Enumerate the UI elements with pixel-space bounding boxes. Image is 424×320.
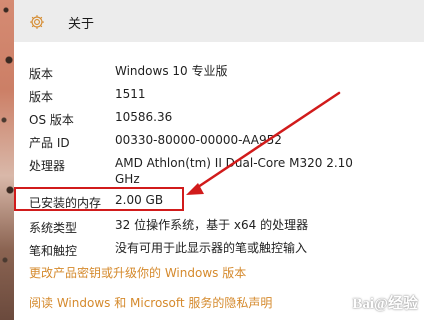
product-id-label: 产品 ID	[29, 136, 70, 150]
desktop-wallpaper-strip	[0, 0, 14, 320]
processor-value-line2: GHz	[115, 172, 140, 186]
edition-label: 版本	[29, 67, 54, 81]
about-header: 关于	[14, 0, 424, 42]
product-id-value: 00330-80000-00000-AA952	[115, 133, 282, 147]
edition-value: Windows 10 专业版	[115, 64, 228, 78]
pen-touch-value: 没有可用于此显示器的笔或触控输入	[115, 241, 308, 255]
version-value: 1511	[115, 87, 146, 101]
system-type-label: 系统类型	[29, 221, 78, 235]
processor-label: 处理器	[29, 159, 66, 173]
version-label: 版本	[29, 90, 54, 104]
memory-highlight-box	[14, 187, 184, 211]
page-title: 关于	[68, 17, 95, 32]
gear-icon	[30, 15, 44, 29]
os-build-label: OS 版本	[29, 113, 74, 127]
baidu-watermark: Bai@经验	[352, 296, 418, 312]
pen-touch-label: 笔和触控	[29, 244, 78, 258]
processor-value-line1: AMD Athlon(tm) II Dual-Core M320 2.10	[115, 156, 353, 170]
processor-value: AMD Athlon(tm) II Dual-Core M320 2.10 GH…	[115, 155, 353, 187]
os-build-value: 10586.36	[115, 110, 173, 124]
about-window: 关于 版本 Windows 10 专业版 版本 1511 OS 版本 10586…	[14, 0, 424, 320]
privacy-statement-link[interactable]: 阅读 Windows 和 Microsoft 服务的隐私声明	[29, 294, 272, 311]
change-product-key-link[interactable]: 更改产品密钥或升级你的 Windows 版本	[29, 264, 246, 281]
system-type-value: 32 位操作系统，基于 x64 的处理器	[115, 218, 309, 232]
